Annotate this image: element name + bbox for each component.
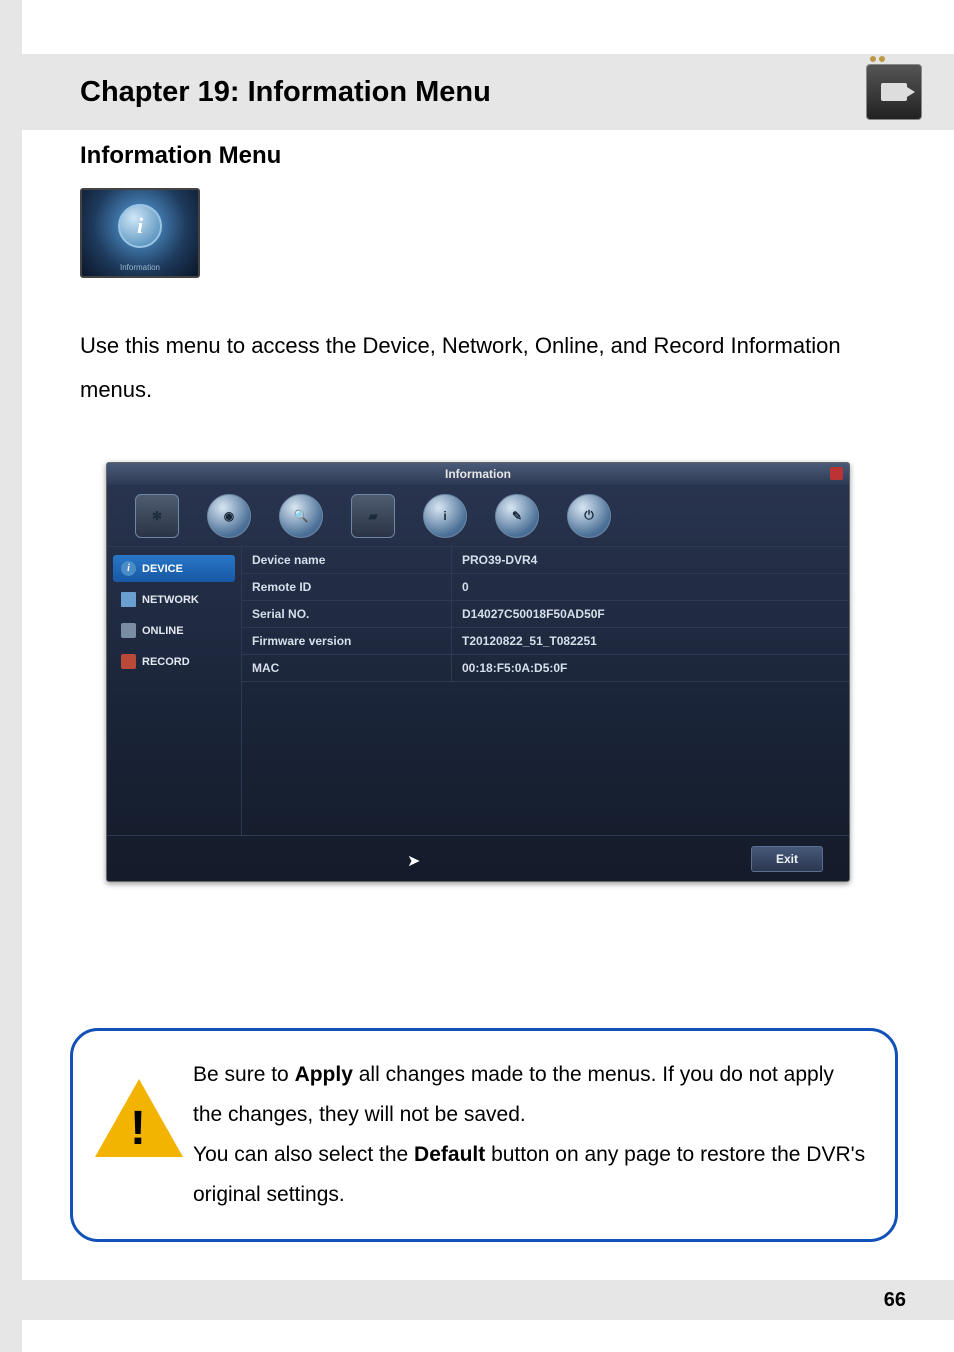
info-icon: i <box>121 561 136 576</box>
row-value: D14027C50018F50AD50F <box>452 601 849 627</box>
sidebar-item-label: DEVICE <box>142 563 183 575</box>
info-thumbnail-label: Information <box>82 263 198 272</box>
info-menu-thumbnail: i Information <box>80 188 200 278</box>
settings-gear-icon[interactable]: ✻ <box>135 494 179 538</box>
drive-icon[interactable]: ▰ <box>351 494 395 538</box>
row-value: PRO39-DVR4 <box>452 547 849 573</box>
record-icon <box>121 654 136 669</box>
device-info-table: Device name PRO39-DVR4 Remote ID 0 Seria… <box>241 547 849 835</box>
cursor-icon: ➤ <box>407 851 420 871</box>
dvr-screenshot: Information ✻ ◉ 🔍 ▰ i ✎ ⏻ i DEVICE NETWO… <box>106 462 850 882</box>
page-number: 66 <box>884 1289 906 1312</box>
row-label: Serial NO. <box>242 601 452 627</box>
monitor-icon <box>121 623 136 638</box>
intro-paragraph: Use this menu to access the Device, Netw… <box>80 324 884 412</box>
table-row: Remote ID 0 <box>242 574 849 601</box>
window-titlebar: Information <box>107 463 849 485</box>
sidebar: i DEVICE NETWORK ONLINE RECORD <box>107 547 241 835</box>
row-label: Remote ID <box>242 574 452 600</box>
exit-button[interactable]: Exit <box>751 846 823 872</box>
tools-icon[interactable]: ✎ <box>495 494 539 538</box>
camera-icon <box>866 64 922 120</box>
table-row: Serial NO. D14027C50018F50AD50F <box>242 601 849 628</box>
search-icon[interactable]: 🔍 <box>279 494 323 538</box>
sidebar-item-device[interactable]: i DEVICE <box>113 555 235 582</box>
row-value: 0 <box>452 574 849 600</box>
table-row: Firmware version T20120822_51_T082251 <box>242 628 849 655</box>
sidebar-item-record[interactable]: RECORD <box>113 648 235 675</box>
row-value: 00:18:F5:0A:D5:0F <box>452 655 849 681</box>
sidebar-item-online[interactable]: ONLINE <box>113 617 235 644</box>
info-icon: i <box>118 204 162 248</box>
section-heading: Information Menu <box>80 142 884 170</box>
warning-callout: Be sure to Apply all changes made to the… <box>70 1028 898 1242</box>
page-footer: 66 <box>22 1280 954 1320</box>
camera-lens-icon[interactable]: ◉ <box>207 494 251 538</box>
row-value: T20120822_51_T082251 <box>452 628 849 654</box>
sidebar-item-label: NETWORK <box>142 594 199 606</box>
window-title: Information <box>445 467 511 481</box>
table-row: MAC 00:18:F5:0A:D5:0F <box>242 655 849 682</box>
sidebar-item-network[interactable]: NETWORK <box>113 586 235 613</box>
row-label: MAC <box>242 655 452 681</box>
table-row: Device name PRO39-DVR4 <box>242 547 849 574</box>
warning-triangle-icon <box>95 1079 183 1157</box>
sidebar-item-label: ONLINE <box>142 625 184 637</box>
sidebar-item-label: RECORD <box>142 656 190 668</box>
info-circle-icon[interactable]: i <box>423 494 467 538</box>
page-content: Information Menu i Information Use this … <box>80 142 884 882</box>
row-label: Firmware version <box>242 628 452 654</box>
dialog-footer: Exit <box>107 835 849 881</box>
close-icon[interactable] <box>830 467 843 480</box>
chapter-title: Chapter 19: Information Menu <box>80 76 491 109</box>
power-icon[interactable]: ⏻ <box>567 494 611 538</box>
row-label: Device name <box>242 547 452 573</box>
top-icon-row: ✻ ◉ 🔍 ▰ i ✎ ⏻ <box>107 485 849 547</box>
network-icon <box>121 592 136 607</box>
chapter-header: Chapter 19: Information Menu <box>22 54 954 130</box>
page-left-margin <box>0 0 22 1352</box>
callout-text: Be sure to Apply all changes made to the… <box>193 1055 867 1215</box>
